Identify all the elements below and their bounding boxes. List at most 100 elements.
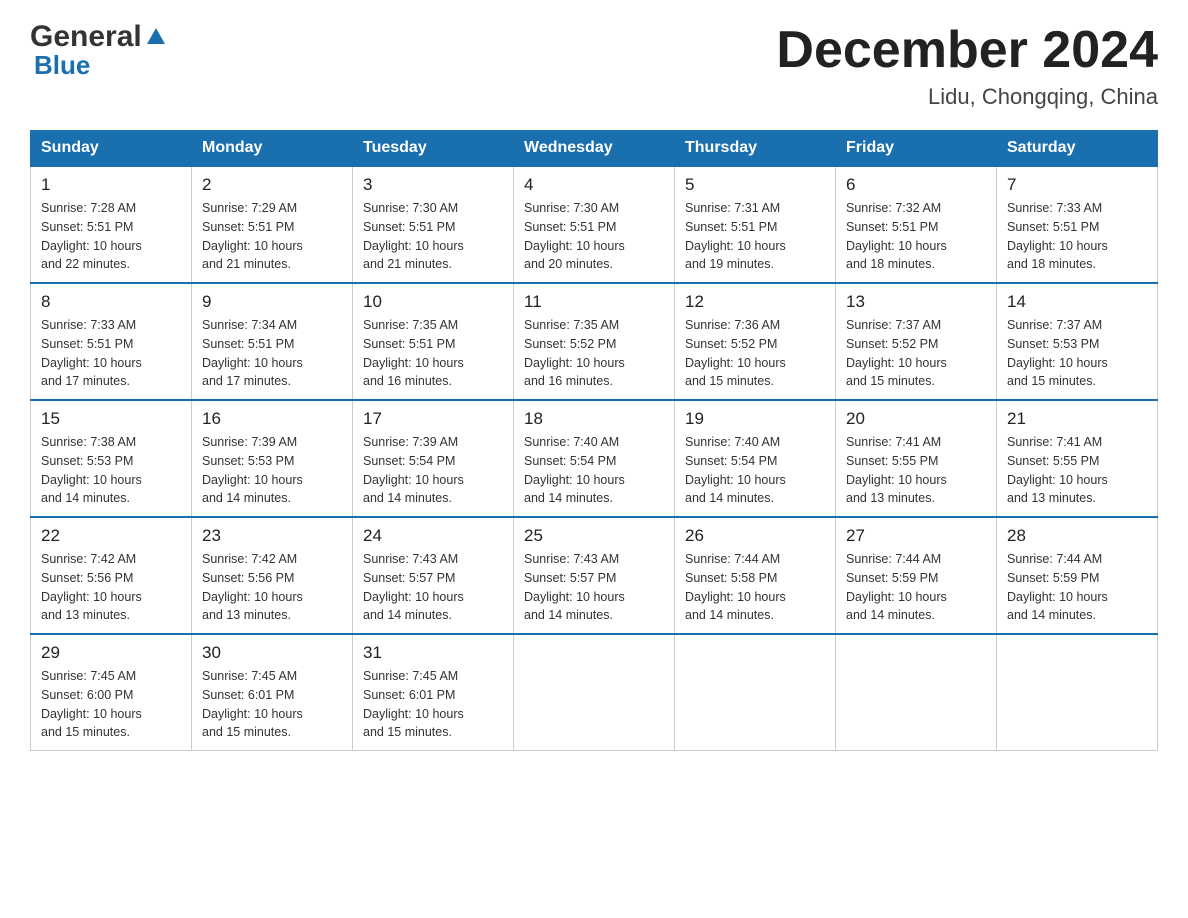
- day-number: 8: [41, 292, 181, 312]
- day-number: 21: [1007, 409, 1147, 429]
- day-info: Sunrise: 7:30 AM Sunset: 5:51 PM Dayligh…: [363, 199, 503, 274]
- calendar-cell: 10 Sunrise: 7:35 AM Sunset: 5:51 PM Dayl…: [353, 283, 514, 400]
- day-info: Sunrise: 7:28 AM Sunset: 5:51 PM Dayligh…: [41, 199, 181, 274]
- weekday-header-tuesday: Tuesday: [353, 131, 514, 167]
- day-number: 20: [846, 409, 986, 429]
- day-info: Sunrise: 7:44 AM Sunset: 5:59 PM Dayligh…: [1007, 550, 1147, 625]
- calendar-cell: 15 Sunrise: 7:38 AM Sunset: 5:53 PM Dayl…: [31, 400, 192, 517]
- day-number: 18: [524, 409, 664, 429]
- day-info: Sunrise: 7:42 AM Sunset: 5:56 PM Dayligh…: [202, 550, 342, 625]
- day-info: Sunrise: 7:45 AM Sunset: 6:01 PM Dayligh…: [363, 667, 503, 742]
- calendar-header-row: SundayMondayTuesdayWednesdayThursdayFrid…: [31, 131, 1158, 167]
- day-number: 22: [41, 526, 181, 546]
- day-info: Sunrise: 7:33 AM Sunset: 5:51 PM Dayligh…: [41, 316, 181, 391]
- day-info: Sunrise: 7:39 AM Sunset: 5:53 PM Dayligh…: [202, 433, 342, 508]
- weekday-header-monday: Monday: [192, 131, 353, 167]
- calendar-cell: 20 Sunrise: 7:41 AM Sunset: 5:55 PM Dayl…: [836, 400, 997, 517]
- calendar-cell: [514, 634, 675, 751]
- page-subtitle: Lidu, Chongqing, China: [776, 84, 1158, 110]
- calendar-cell: [836, 634, 997, 751]
- day-number: 4: [524, 175, 664, 195]
- logo-blue-text: Blue: [30, 50, 90, 81]
- calendar-cell: 12 Sunrise: 7:36 AM Sunset: 5:52 PM Dayl…: [675, 283, 836, 400]
- calendar-cell: 19 Sunrise: 7:40 AM Sunset: 5:54 PM Dayl…: [675, 400, 836, 517]
- day-number: 6: [846, 175, 986, 195]
- day-info: Sunrise: 7:37 AM Sunset: 5:52 PM Dayligh…: [846, 316, 986, 391]
- day-info: Sunrise: 7:38 AM Sunset: 5:53 PM Dayligh…: [41, 433, 181, 508]
- calendar-cell: 27 Sunrise: 7:44 AM Sunset: 5:59 PM Dayl…: [836, 517, 997, 634]
- day-info: Sunrise: 7:35 AM Sunset: 5:52 PM Dayligh…: [524, 316, 664, 391]
- day-number: 29: [41, 643, 181, 663]
- day-number: 23: [202, 526, 342, 546]
- calendar-cell: 9 Sunrise: 7:34 AM Sunset: 5:51 PM Dayli…: [192, 283, 353, 400]
- weekday-header-thursday: Thursday: [675, 131, 836, 167]
- day-number: 15: [41, 409, 181, 429]
- calendar-cell: 2 Sunrise: 7:29 AM Sunset: 5:51 PM Dayli…: [192, 166, 353, 283]
- calendar-week-row: 8 Sunrise: 7:33 AM Sunset: 5:51 PM Dayli…: [31, 283, 1158, 400]
- day-info: Sunrise: 7:37 AM Sunset: 5:53 PM Dayligh…: [1007, 316, 1147, 391]
- calendar-cell: 14 Sunrise: 7:37 AM Sunset: 5:53 PM Dayl…: [997, 283, 1158, 400]
- calendar-week-row: 22 Sunrise: 7:42 AM Sunset: 5:56 PM Dayl…: [31, 517, 1158, 634]
- day-info: Sunrise: 7:30 AM Sunset: 5:51 PM Dayligh…: [524, 199, 664, 274]
- day-number: 31: [363, 643, 503, 663]
- day-number: 27: [846, 526, 986, 546]
- day-number: 17: [363, 409, 503, 429]
- day-number: 26: [685, 526, 825, 546]
- calendar-cell: 11 Sunrise: 7:35 AM Sunset: 5:52 PM Dayl…: [514, 283, 675, 400]
- day-number: 24: [363, 526, 503, 546]
- weekday-header-sunday: Sunday: [31, 131, 192, 167]
- day-number: 14: [1007, 292, 1147, 312]
- day-info: Sunrise: 7:45 AM Sunset: 6:00 PM Dayligh…: [41, 667, 181, 742]
- day-info: Sunrise: 7:33 AM Sunset: 5:51 PM Dayligh…: [1007, 199, 1147, 274]
- weekday-header-saturday: Saturday: [997, 131, 1158, 167]
- day-number: 28: [1007, 526, 1147, 546]
- calendar-cell: 3 Sunrise: 7:30 AM Sunset: 5:51 PM Dayli…: [353, 166, 514, 283]
- day-info: Sunrise: 7:31 AM Sunset: 5:51 PM Dayligh…: [685, 199, 825, 274]
- calendar-cell: 17 Sunrise: 7:39 AM Sunset: 5:54 PM Dayl…: [353, 400, 514, 517]
- day-info: Sunrise: 7:43 AM Sunset: 5:57 PM Dayligh…: [363, 550, 503, 625]
- calendar-cell: 16 Sunrise: 7:39 AM Sunset: 5:53 PM Dayl…: [192, 400, 353, 517]
- calendar-week-row: 15 Sunrise: 7:38 AM Sunset: 5:53 PM Dayl…: [31, 400, 1158, 517]
- page-title: December 2024: [776, 20, 1158, 80]
- calendar-cell: 25 Sunrise: 7:43 AM Sunset: 5:57 PM Dayl…: [514, 517, 675, 634]
- day-info: Sunrise: 7:39 AM Sunset: 5:54 PM Dayligh…: [363, 433, 503, 508]
- day-info: Sunrise: 7:35 AM Sunset: 5:51 PM Dayligh…: [363, 316, 503, 391]
- day-info: Sunrise: 7:40 AM Sunset: 5:54 PM Dayligh…: [685, 433, 825, 508]
- day-info: Sunrise: 7:43 AM Sunset: 5:57 PM Dayligh…: [524, 550, 664, 625]
- calendar-cell: 28 Sunrise: 7:44 AM Sunset: 5:59 PM Dayl…: [997, 517, 1158, 634]
- day-number: 11: [524, 292, 664, 312]
- calendar-cell: 29 Sunrise: 7:45 AM Sunset: 6:00 PM Dayl…: [31, 634, 192, 751]
- calendar-table: SundayMondayTuesdayWednesdayThursdayFrid…: [30, 130, 1158, 751]
- day-number: 3: [363, 175, 503, 195]
- weekday-header-friday: Friday: [836, 131, 997, 167]
- day-number: 9: [202, 292, 342, 312]
- calendar-cell: [675, 634, 836, 751]
- calendar-cell: 18 Sunrise: 7:40 AM Sunset: 5:54 PM Dayl…: [514, 400, 675, 517]
- calendar-week-row: 29 Sunrise: 7:45 AM Sunset: 6:00 PM Dayl…: [31, 634, 1158, 751]
- day-info: Sunrise: 7:45 AM Sunset: 6:01 PM Dayligh…: [202, 667, 342, 742]
- calendar-cell: 7 Sunrise: 7:33 AM Sunset: 5:51 PM Dayli…: [997, 166, 1158, 283]
- day-number: 12: [685, 292, 825, 312]
- day-info: Sunrise: 7:44 AM Sunset: 5:59 PM Dayligh…: [846, 550, 986, 625]
- day-number: 19: [685, 409, 825, 429]
- day-number: 16: [202, 409, 342, 429]
- calendar-cell: 22 Sunrise: 7:42 AM Sunset: 5:56 PM Dayl…: [31, 517, 192, 634]
- calendar-cell: 5 Sunrise: 7:31 AM Sunset: 5:51 PM Dayli…: [675, 166, 836, 283]
- day-number: 25: [524, 526, 664, 546]
- calendar-cell: 30 Sunrise: 7:45 AM Sunset: 6:01 PM Dayl…: [192, 634, 353, 751]
- page-header: General Blue December 2024 Lidu, Chongqi…: [30, 20, 1158, 110]
- calendar-cell: 4 Sunrise: 7:30 AM Sunset: 5:51 PM Dayli…: [514, 166, 675, 283]
- logo-icon: [145, 26, 167, 48]
- title-block: December 2024 Lidu, Chongqing, China: [776, 20, 1158, 110]
- day-info: Sunrise: 7:41 AM Sunset: 5:55 PM Dayligh…: [1007, 433, 1147, 508]
- calendar-cell: 31 Sunrise: 7:45 AM Sunset: 6:01 PM Dayl…: [353, 634, 514, 751]
- calendar-cell: 26 Sunrise: 7:44 AM Sunset: 5:58 PM Dayl…: [675, 517, 836, 634]
- calendar-cell: 24 Sunrise: 7:43 AM Sunset: 5:57 PM Dayl…: [353, 517, 514, 634]
- day-info: Sunrise: 7:42 AM Sunset: 5:56 PM Dayligh…: [41, 550, 181, 625]
- day-info: Sunrise: 7:36 AM Sunset: 5:52 PM Dayligh…: [685, 316, 825, 391]
- day-number: 5: [685, 175, 825, 195]
- day-number: 10: [363, 292, 503, 312]
- day-info: Sunrise: 7:41 AM Sunset: 5:55 PM Dayligh…: [846, 433, 986, 508]
- day-info: Sunrise: 7:44 AM Sunset: 5:58 PM Dayligh…: [685, 550, 825, 625]
- day-info: Sunrise: 7:32 AM Sunset: 5:51 PM Dayligh…: [846, 199, 986, 274]
